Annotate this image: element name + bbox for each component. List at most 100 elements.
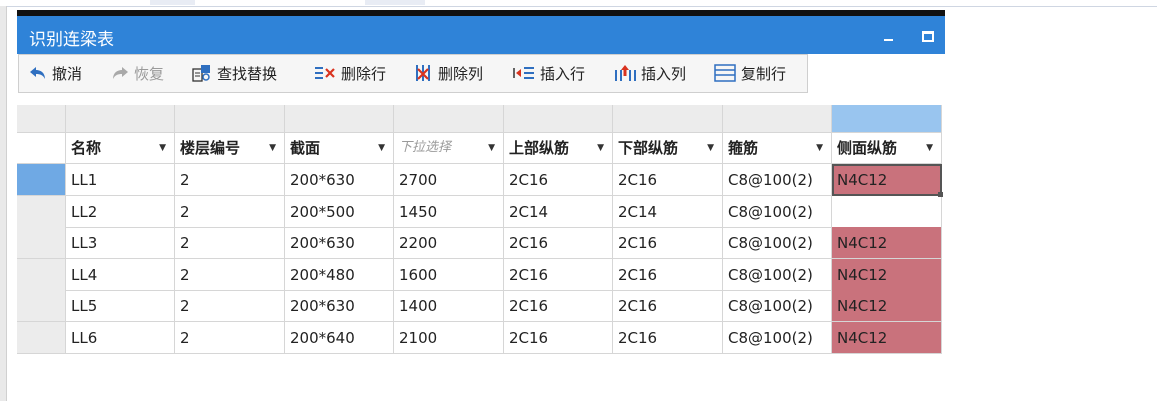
row-header[interactable]	[17, 164, 66, 196]
table-cell[interactable]: C8@100(2)	[723, 195, 832, 228]
table-cell[interactable]: C8@100(2)	[723, 258, 832, 291]
table-cell[interactable]: C8@100(2)	[723, 321, 832, 354]
table-cell[interactable]: 2C16	[504, 290, 613, 322]
insert-col-icon	[615, 65, 636, 81]
window-title: 识别连梁表	[29, 30, 114, 50]
table-cell[interactable]: 2	[175, 258, 285, 291]
table-cell[interactable]: 1600	[394, 258, 504, 291]
minimize-button[interactable]	[878, 26, 898, 46]
table-cell[interactable]: C8@100(2)	[723, 227, 832, 259]
chevron-down-icon: ▼	[926, 143, 933, 153]
column-band-cell[interactable]	[613, 105, 723, 133]
column-band-cell[interactable]	[832, 105, 942, 133]
copy-row-button[interactable]: 复制行	[714, 61, 786, 85]
table-cell[interactable]: 2C16	[504, 164, 613, 196]
row-header[interactable]	[17, 227, 66, 259]
table-cell[interactable]: 2700	[394, 164, 504, 196]
table-cell[interactable]: 2C16	[504, 258, 613, 291]
column-header-dropdown[interactable]: 箍筋 ▼	[723, 133, 832, 164]
column-header-label: 箍筋	[728, 139, 759, 157]
table-cell[interactable]: N4C12	[832, 321, 942, 354]
table-cell[interactable]: 200*480	[285, 258, 394, 291]
row-header[interactable]	[17, 195, 66, 228]
table-cell[interactable]: LL3	[66, 227, 175, 259]
column-header-label: 截面	[290, 139, 321, 157]
redo-button[interactable]: 恢复	[111, 61, 164, 85]
insert-col-label: 插入列	[641, 64, 687, 83]
find-replace-button[interactable]: 查找替换	[192, 61, 277, 85]
table-cell[interactable]: 200*630	[285, 164, 394, 196]
column-header-dropdown[interactable]: 截面 ▼	[285, 133, 394, 164]
table-cell[interactable]: 200*500	[285, 195, 394, 228]
table-cell[interactable]: C8@100(2)	[723, 164, 832, 196]
table-cell[interactable]: LL6	[66, 321, 175, 354]
insert-row-button[interactable]: 插入行	[513, 61, 585, 85]
delete-row-button[interactable]: 删除行	[314, 61, 386, 85]
column-band-cell[interactable]	[285, 105, 394, 133]
table-cell[interactable]: 2C16	[613, 290, 723, 322]
table-cell[interactable]: LL5	[66, 290, 175, 322]
insert-col-button[interactable]: 插入列	[614, 61, 686, 85]
delete-col-button[interactable]: 删除列	[413, 61, 483, 85]
row-header[interactable]	[17, 321, 66, 354]
table-cell[interactable]: 2C14	[613, 195, 723, 228]
table-cell[interactable]: 1450	[394, 195, 504, 228]
column-band-cell[interactable]	[394, 105, 504, 133]
insert-row-icon	[513, 67, 534, 79]
table-cell[interactable]: LL1	[66, 164, 175, 196]
column-header-dropdown[interactable]: 上部纵筋 ▼	[504, 133, 613, 164]
table-cell[interactable]: 2C16	[504, 321, 613, 354]
delete-row-label: 删除行	[341, 64, 387, 83]
find-replace-icon	[192, 65, 210, 82]
delete-col-icon	[416, 65, 430, 81]
row-header[interactable]	[17, 258, 66, 291]
column-band-cell[interactable]	[175, 105, 285, 133]
table-cell[interactable]: 2	[175, 195, 285, 228]
column-header-dropdown[interactable]: 下拉选择 ▼	[394, 133, 504, 164]
titlebar: 识别连梁表	[17, 16, 945, 54]
table-cell[interactable]: 2C16	[504, 227, 613, 259]
table-cell[interactable]: 2C16	[613, 227, 723, 259]
table-cell[interactable]: 2	[175, 227, 285, 259]
copy-row-label: 复制行	[741, 64, 787, 83]
chevron-down-icon: ▼	[707, 143, 714, 153]
table-cell[interactable]: N4C12	[832, 290, 942, 322]
table-cell[interactable]: N4C12	[832, 164, 942, 196]
column-band-cell[interactable]	[66, 105, 175, 133]
table-cell[interactable]: LL2	[66, 195, 175, 228]
column-band-cell[interactable]	[504, 105, 613, 133]
table-cell[interactable]: 1400	[394, 290, 504, 322]
table-cell[interactable]: 2C16	[613, 258, 723, 291]
table-cell[interactable]: C8@100(2)	[723, 290, 832, 322]
table-cell[interactable]: 2C16	[613, 164, 723, 196]
table-cell[interactable]: 200*640	[285, 321, 394, 354]
table-cell[interactable]: LL4	[66, 258, 175, 291]
corner-cell[interactable]	[17, 105, 66, 133]
table-cell[interactable]	[832, 195, 942, 228]
table-cell[interactable]: N4C12	[832, 227, 942, 259]
column-header-label: 侧面纵筋	[837, 139, 898, 157]
table-cell[interactable]: 2	[175, 164, 285, 196]
cell-fill-handle[interactable]	[938, 192, 943, 197]
undo-button[interactable]: 撤消	[29, 61, 82, 85]
table-cell[interactable]: 200*630	[285, 227, 394, 259]
column-header-dropdown[interactable]: 下部纵筋 ▼	[613, 133, 723, 164]
table-cell[interactable]: 2C16	[613, 321, 723, 354]
table-cell[interactable]: N4C12	[832, 258, 942, 291]
chevron-down-icon: ▼	[159, 143, 166, 153]
maximize-button[interactable]	[918, 26, 938, 46]
column-header-label: 下部纵筋	[618, 139, 679, 157]
column-header-label: 名称	[71, 139, 102, 157]
column-band-cell[interactable]	[723, 105, 832, 133]
table-cell[interactable]: 2C14	[504, 195, 613, 228]
table-cell[interactable]: 2100	[394, 321, 504, 354]
table-cell[interactable]: 200*630	[285, 290, 394, 322]
column-header-dropdown[interactable]: 名称 ▼	[66, 133, 175, 164]
column-header-dropdown[interactable]: 侧面纵筋 ▼	[832, 133, 942, 164]
row-header[interactable]	[17, 290, 66, 322]
table-cell[interactable]: 2	[175, 321, 285, 354]
table-cell[interactable]: 2200	[394, 227, 504, 259]
insert-row-label: 插入行	[540, 64, 586, 83]
table-cell[interactable]: 2	[175, 290, 285, 322]
column-header-dropdown[interactable]: 楼层编号 ▼	[175, 133, 285, 164]
